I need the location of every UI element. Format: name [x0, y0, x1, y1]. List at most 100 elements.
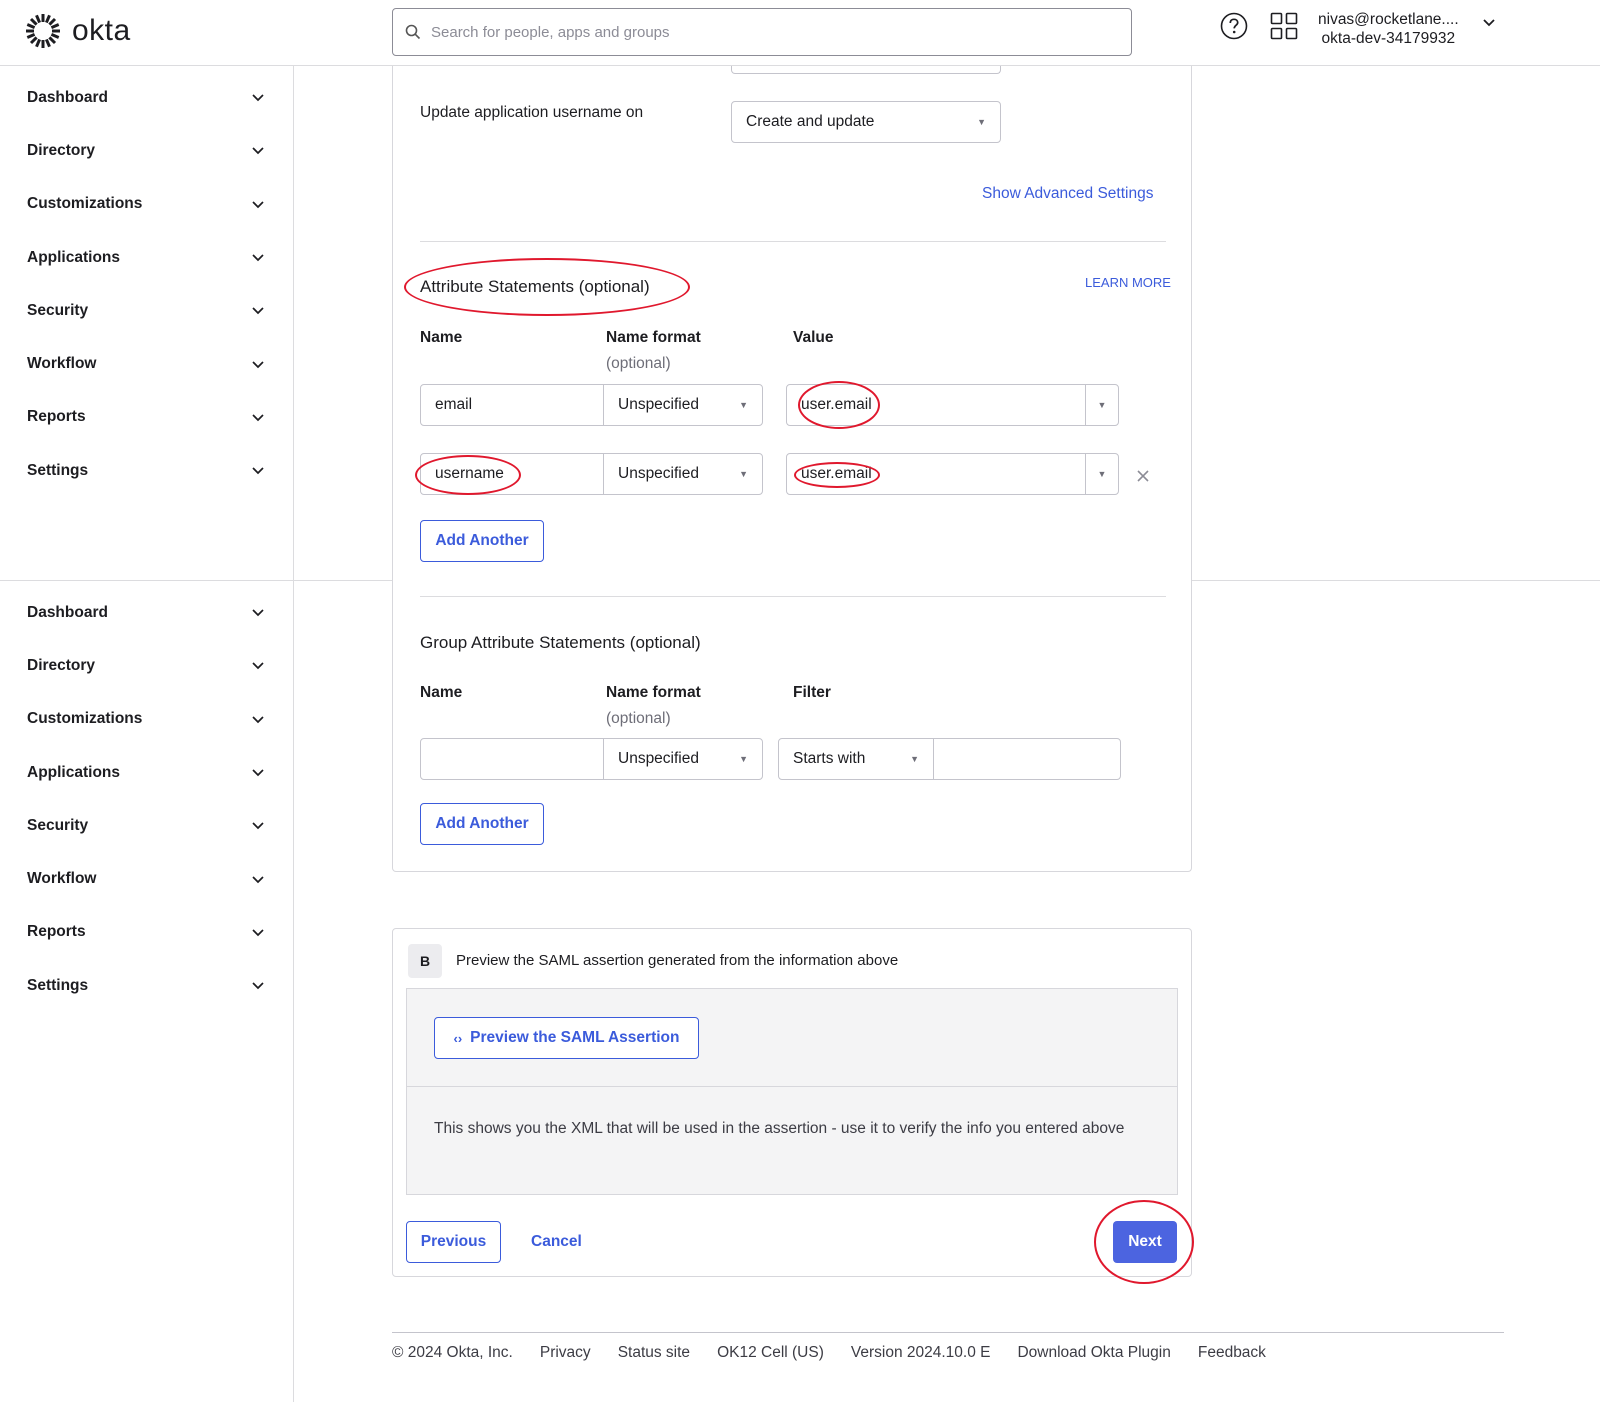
- sidebar-item-reports[interactable]: Reports: [0, 906, 293, 959]
- attribute-format-select[interactable]: Unspecified ▼: [603, 453, 763, 495]
- chevron-down-icon: [252, 94, 264, 102]
- search-input[interactable]: [431, 23, 1111, 41]
- code-icon: ‹›: [453, 1030, 463, 1046]
- column-header-name: Name: [420, 684, 463, 701]
- chevron-down-icon: [252, 254, 264, 262]
- preview-saml-assertion-button[interactable]: ‹› Preview the SAML Assertion: [434, 1017, 699, 1059]
- next-button[interactable]: Next: [1113, 1221, 1177, 1263]
- search-bar[interactable]: [392, 8, 1132, 56]
- sidebar-item-reports[interactable]: Reports: [0, 391, 293, 444]
- caret-down-icon: ▼: [1097, 469, 1107, 479]
- attribute-name-input[interactable]: username: [420, 453, 604, 495]
- show-advanced-settings-link[interactable]: Show Advanced Settings: [982, 185, 1153, 203]
- chevron-down-icon[interactable]: [1482, 18, 1496, 28]
- sidebar-item-settings[interactable]: Settings: [0, 959, 293, 1012]
- add-another-group-attribute-button[interactable]: Add Another: [420, 803, 544, 845]
- caret-down-icon: ▼: [910, 754, 919, 764]
- sidebar-nav: Dashboard Directory Customizations Appli…: [0, 66, 294, 581]
- app-switcher-icon[interactable]: [1270, 12, 1298, 40]
- select-edge: [731, 66, 1001, 74]
- chevron-down-icon: [252, 662, 264, 670]
- chevron-down-icon: [252, 822, 264, 830]
- sidebar-item-applications[interactable]: Applications: [0, 231, 293, 284]
- divider: [406, 1086, 1178, 1087]
- sidebar-item-dashboard[interactable]: Dashboard: [0, 71, 293, 124]
- sidebar-item-customizations[interactable]: Customizations: [0, 178, 293, 231]
- copyright: © 2024 Okta, Inc.: [392, 1344, 513, 1361]
- attribute-value-dropdown-button[interactable]: ▼: [1085, 384, 1119, 426]
- footer-link-privacy[interactable]: Privacy: [540, 1344, 591, 1362]
- footer-version: Version 2024.10.0 E: [850, 1344, 991, 1361]
- group-filter-type-select[interactable]: Starts with ▼: [778, 738, 934, 780]
- group-attribute-name-input[interactable]: [420, 738, 604, 780]
- group-attribute-statements-title: Group Attribute Statements (optional): [420, 633, 701, 652]
- attribute-value-input[interactable]: user.email: [786, 453, 1086, 495]
- chevron-down-icon: [252, 716, 264, 723]
- sidebar-item-directory[interactable]: Directory: [0, 124, 293, 177]
- preview-section-title: Preview the SAML assertion generated fro…: [456, 952, 899, 969]
- chevron-down-icon: [252, 201, 264, 208]
- chevron-down-icon: [252, 929, 264, 937]
- chevron-down-icon: [252, 147, 264, 155]
- footer-link-feedback[interactable]: Feedback: [1198, 1344, 1266, 1362]
- sidebar-item-workflow[interactable]: Workflow: [0, 337, 293, 390]
- okta-logo[interactable]: okta: [24, 12, 131, 50]
- add-another-attribute-button[interactable]: Add Another: [420, 520, 544, 562]
- chevron-down-icon: [252, 414, 264, 422]
- previous-button[interactable]: Previous: [406, 1221, 501, 1263]
- update-username-select[interactable]: Create and update ▼: [731, 101, 1001, 143]
- cancel-link[interactable]: Cancel: [531, 1233, 582, 1251]
- chevron-down-icon: [252, 609, 264, 617]
- help-icon[interactable]: [1220, 12, 1248, 40]
- okta-sunburst-icon: [26, 14, 60, 48]
- group-filter-value-input[interactable]: [933, 738, 1121, 780]
- footer-cell-info: OK12 Cell (US): [717, 1344, 824, 1361]
- chevron-down-icon: [252, 982, 264, 990]
- group-attribute-format-select[interactable]: Unspecified ▼: [603, 738, 763, 780]
- sidebar-item-workflow[interactable]: Workflow: [0, 852, 293, 905]
- caret-down-icon: ▼: [977, 117, 986, 127]
- search-icon: [405, 24, 421, 40]
- column-header-filter: Filter: [793, 684, 831, 701]
- column-header-name-format: Name format: [606, 684, 701, 701]
- footer: © 2024 Okta, Inc. Privacy Status site OK…: [392, 1344, 1266, 1362]
- caret-down-icon: ▼: [1097, 400, 1107, 410]
- group-filter-value-text[interactable]: [948, 750, 1106, 768]
- sidebar-item-directory[interactable]: Directory: [0, 639, 293, 692]
- column-header-optional: (optional): [606, 355, 671, 372]
- sidebar-item-applications[interactable]: Applications: [0, 746, 293, 799]
- divider: [420, 241, 1166, 242]
- user-org: okta-dev-34179932: [1321, 30, 1456, 47]
- preview-description: This shows you the XML that will be used…: [434, 1120, 1125, 1137]
- attribute-statements-title: Attribute Statements (optional): [420, 277, 650, 296]
- sidebar-item-dashboard[interactable]: Dashboard: [0, 586, 293, 639]
- attribute-value-input[interactable]: user.email: [786, 384, 1086, 426]
- column-header-optional: (optional): [606, 710, 671, 727]
- step-badge: B: [408, 944, 442, 978]
- remove-row-icon[interactable]: [1136, 469, 1150, 483]
- footer-link-download-plugin[interactable]: Download Okta Plugin: [1017, 1344, 1170, 1362]
- update-username-label: Update application username on: [420, 104, 644, 121]
- chevron-down-icon: [252, 876, 264, 883]
- sidebar-item-security[interactable]: Security: [0, 799, 293, 852]
- user-email: nivas@rocketlane....: [1318, 11, 1459, 28]
- column-header-name: Name: [420, 329, 463, 346]
- learn-more-link[interactable]: LEARN MORE: [1085, 275, 1171, 290]
- sidebar-item-security[interactable]: Security: [0, 284, 293, 337]
- caret-down-icon: ▼: [739, 469, 748, 479]
- attribute-format-select[interactable]: Unspecified ▼: [603, 384, 763, 426]
- user-menu[interactable]: nivas@rocketlane.... okta-dev-34179932: [1318, 10, 1459, 48]
- footer-divider: [392, 1332, 1504, 1333]
- sidebar-item-settings[interactable]: Settings: [0, 444, 293, 497]
- divider: [420, 596, 1166, 597]
- sidebar-item-customizations[interactable]: Customizations: [0, 693, 293, 746]
- column-header-name-format: Name format: [606, 329, 701, 346]
- footer-link-status-site[interactable]: Status site: [618, 1344, 690, 1362]
- attribute-value-dropdown-button[interactable]: ▼: [1085, 453, 1119, 495]
- caret-down-icon: ▼: [739, 754, 748, 764]
- group-attribute-name-text[interactable]: [435, 750, 589, 768]
- sidebar-nav: Dashboard Directory Customizations Appli…: [0, 581, 294, 1402]
- attribute-name-input[interactable]: email: [420, 384, 604, 426]
- caret-down-icon: ▼: [739, 400, 748, 410]
- column-header-value: Value: [793, 329, 834, 346]
